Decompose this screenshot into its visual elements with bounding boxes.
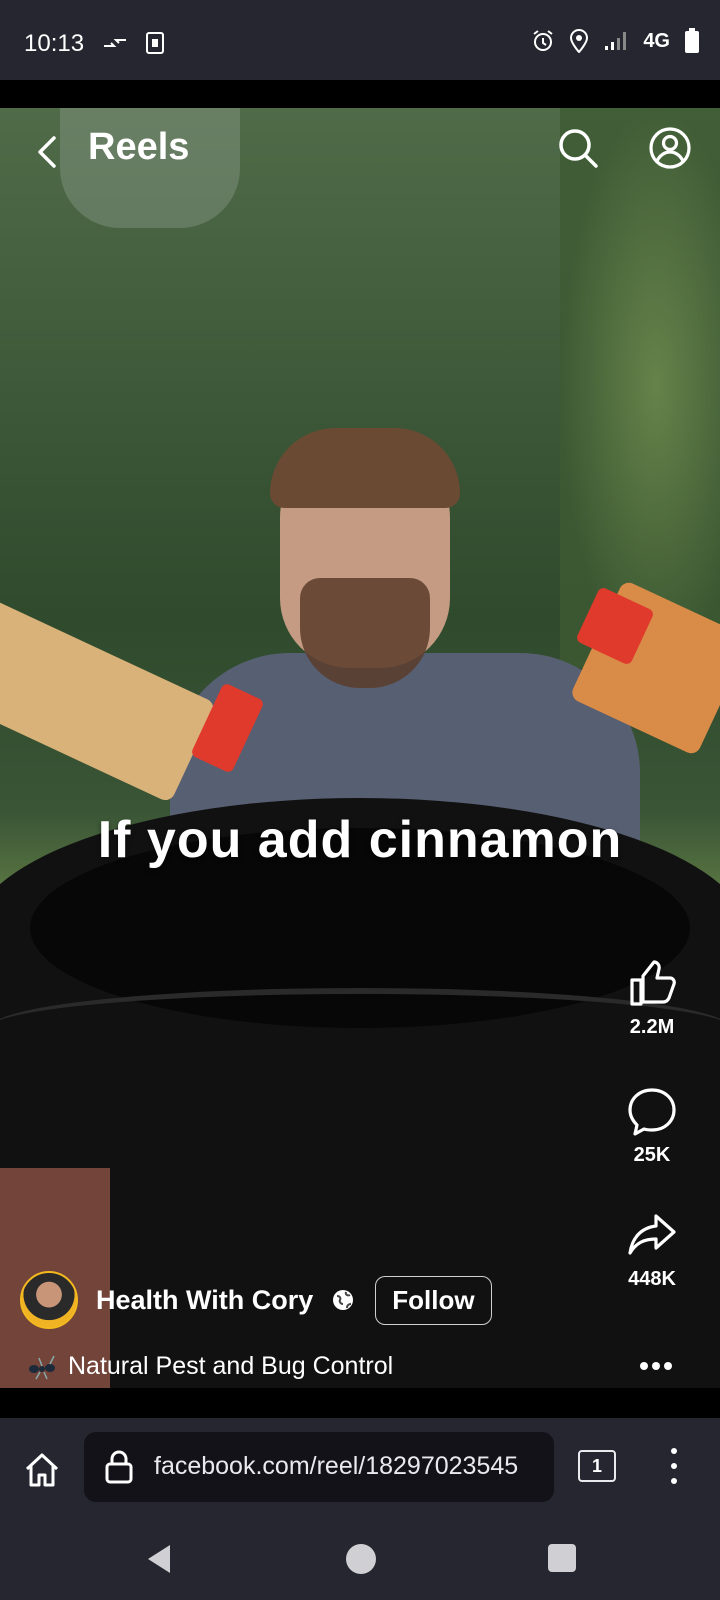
more-options-icon[interactable] <box>638 1360 674 1372</box>
back-icon[interactable] <box>34 134 62 170</box>
network-label: 4G <box>643 29 670 52</box>
status-time: 10:13 <box>24 30 85 57</box>
video-person-beard <box>300 578 430 688</box>
url-bar[interactable]: facebook.com/reel/18297023545 <box>84 1432 554 1502</box>
comment-icon <box>628 1088 676 1136</box>
follow-button[interactable]: Follow <box>375 1275 492 1325</box>
ant-icon <box>29 1355 55 1379</box>
author-name[interactable]: Health With Cory <box>96 1285 313 1316</box>
location-icon <box>570 29 589 53</box>
tabs-button[interactable]: 1 <box>578 1450 616 1482</box>
video-person-hair <box>270 428 460 508</box>
browser-home-icon[interactable] <box>22 1450 62 1490</box>
system-nav-bar <box>0 1528 720 1600</box>
nav-home-icon[interactable] <box>346 1544 376 1574</box>
video-cinnamon-jar-left <box>0 598 217 804</box>
signal-icon <box>605 32 627 50</box>
share-icon <box>628 1214 676 1255</box>
bottom-band <box>0 1388 720 1418</box>
globe-icon <box>333 1290 354 1310</box>
reel-video[interactable] <box>0 108 720 1388</box>
video-hedge <box>560 108 720 668</box>
like-button[interactable]: 2.2M <box>602 958 702 1039</box>
page-title: Reels <box>88 126 190 168</box>
status-left-icons <box>102 32 164 54</box>
sim-icon <box>146 32 164 54</box>
comment-count: 25K <box>633 1144 671 1166</box>
author-row: Health With Cory Follow <box>20 1270 492 1330</box>
audio-row[interactable]: Natural Pest and Bug Control <box>26 1352 393 1381</box>
alarm-icon <box>533 30 553 51</box>
status-right: 4G <box>531 28 700 54</box>
like-count: 2.2M <box>629 1016 675 1038</box>
like-icon <box>630 960 676 1006</box>
audio-text: Natural Pest and Bug Control <box>68 1352 394 1380</box>
comment-button[interactable]: 25K <box>602 1086 702 1167</box>
search-icon[interactable] <box>556 126 600 170</box>
top-band <box>0 80 720 108</box>
status-bar: 10:13 4G <box>0 0 720 80</box>
nav-back-icon[interactable] <box>144 1542 174 1576</box>
avatar[interactable] <box>20 1271 78 1329</box>
browser-toolbar: facebook.com/reel/18297023545 1 <box>0 1418 720 1528</box>
data-transfer-icon <box>104 39 126 47</box>
reels-header: Reels <box>0 112 720 192</box>
share-count: 448K <box>628 1268 676 1290</box>
browser-menu-icon[interactable] <box>670 1446 678 1486</box>
url-text[interactable]: facebook.com/reel/18297023545 <box>154 1452 554 1481</box>
battery-icon <box>685 28 699 53</box>
share-button[interactable]: 448K <box>602 1210 702 1291</box>
lock-icon[interactable] <box>104 1450 134 1484</box>
video-caption: If you add cinnamon <box>97 811 623 869</box>
profile-icon[interactable] <box>648 126 692 170</box>
nav-recents-icon[interactable] <box>548 1544 576 1572</box>
